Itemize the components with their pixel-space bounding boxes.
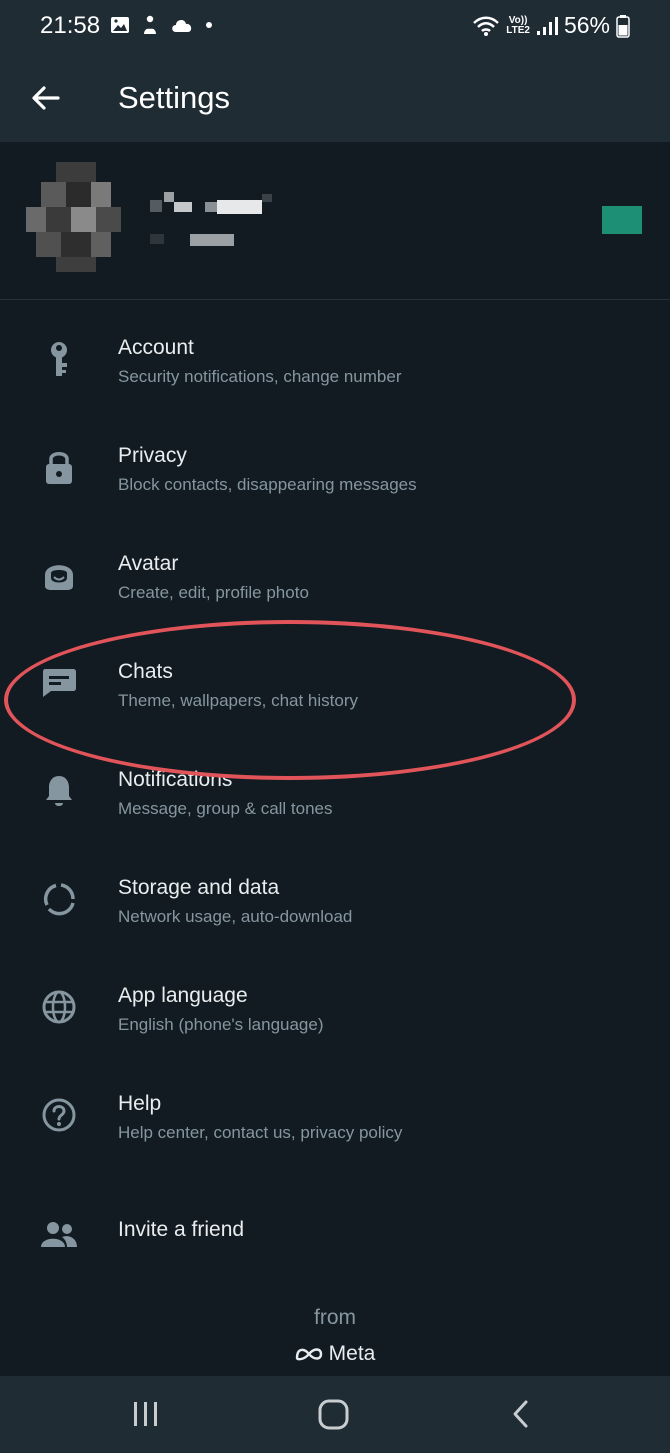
status-right: Vo)) LTE2 56% [472,12,630,39]
profile-row[interactable] [0,142,670,300]
menu-item-label: Help [118,1092,162,1115]
lock-icon [38,446,80,488]
menu-item-invite[interactable]: Invite a friend [0,1164,670,1272]
menu-item-chats[interactable]: Chats Theme, wallpapers, chat history [0,624,670,732]
chevron-left-icon [513,1400,528,1428]
recents-icon [134,1402,157,1426]
network-type: Vo)) LTE2 [506,14,530,36]
menu-item-privacy[interactable]: Privacy Block contacts, disappearing mes… [0,408,670,516]
signal-icon [536,16,558,35]
menu-item-sub: Security notifications, change number [118,367,402,386]
menu-item-label: Chats [118,660,173,683]
menu-item-label: Account [118,336,194,359]
profile-name-redacted [150,192,272,214]
menu-item-sub: Message, group & call tones [118,799,333,818]
menu-item-help[interactable]: Help Help center, contact us, privacy po… [0,1056,670,1164]
home-button[interactable] [314,1398,354,1432]
menu-item-label: Invite a friend [118,1218,245,1241]
profile-about-redacted [150,232,234,246]
menu-item-sub: Block contacts, disappearing messages [118,475,417,494]
app-bar: Settings [0,56,670,142]
menu-item-app-language[interactable]: App language English (phone's language) [0,948,670,1056]
meta-logo-icon [295,1348,322,1361]
status-bar: 21:58 Vo)) LTE2 56% [0,0,670,56]
menu-item-label: Privacy [118,444,187,467]
menu-item-account[interactable]: Account Security notifications, change n… [0,300,670,408]
people-icon [38,1214,80,1256]
dot-icon [206,22,212,28]
avatar[interactable] [26,162,126,272]
data-usage-icon [38,878,80,920]
status-left-icons [110,14,214,36]
help-icon [38,1094,80,1136]
footer-brand: Meta [0,1342,670,1366]
menu-item-label: Avatar [118,552,179,575]
menu-item-notifications[interactable]: Notifications Message, group & call tone… [0,732,670,840]
settings-menu: Account Security notifications, change n… [0,300,670,1272]
chat-icon [38,662,80,704]
system-nav-bar [0,1376,670,1453]
home-icon [318,1399,349,1430]
recents-button[interactable] [126,1398,166,1432]
page-title: Settings [118,80,231,115]
wifi-icon [473,16,500,36]
gallery-icon [111,17,129,33]
footer-from: from [314,1306,356,1329]
battery-percent: 56% [563,12,610,38]
back-nav-button[interactable] [502,1398,542,1432]
menu-item-label: Storage and data [118,876,280,899]
menu-item-sub: English (phone's language) [118,1015,324,1034]
cloud-icon [172,19,192,32]
meta-label: Meta [328,1342,376,1365]
key-icon [38,338,80,380]
status-time: 21:58 [40,12,101,39]
menu-item-sub: Create, edit, profile photo [118,583,309,602]
qr-code-icon[interactable] [602,206,642,234]
app-notification-icon [144,15,156,34]
bell-icon [38,770,80,812]
back-button[interactable] [26,78,66,118]
menu-item-avatar[interactable]: Avatar Create, edit, profile photo [0,516,670,624]
menu-item-label: App language [118,984,248,1007]
menu-item-label: Notifications [118,768,233,791]
avatar-face-icon [38,554,80,596]
battery-icon [616,14,630,38]
menu-item-storage[interactable]: Storage and data Network usage, auto-dow… [0,840,670,948]
globe-icon [38,986,80,1028]
arrow-left-icon [32,86,60,110]
menu-item-sub: Network usage, auto-download [118,907,353,926]
menu-item-sub: Help center, contact us, privacy policy [118,1123,403,1142]
menu-item-sub: Theme, wallpapers, chat history [118,691,358,710]
